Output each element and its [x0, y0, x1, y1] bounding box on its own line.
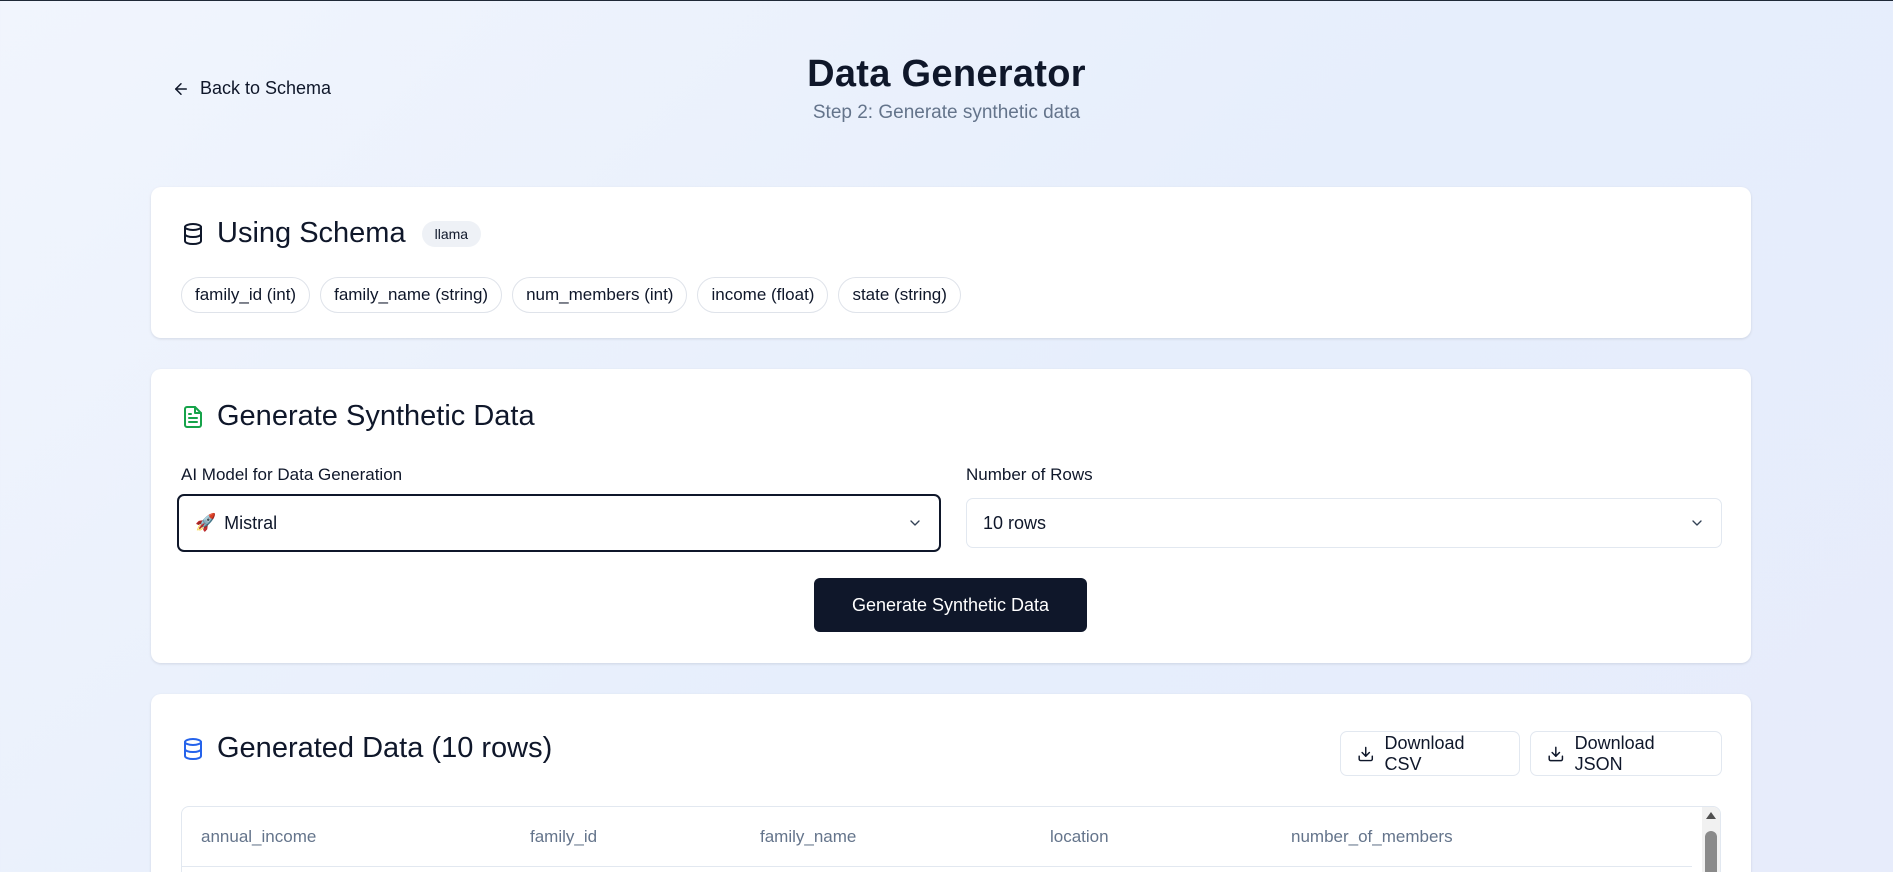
column-header[interactable]: number_of_members [1291, 827, 1453, 847]
model-select-value: Mistral [224, 512, 278, 533]
generate-data-button[interactable]: Generate Synthetic Data [814, 578, 1087, 632]
download-json-button[interactable]: Download JSON [1530, 731, 1722, 776]
column-header[interactable]: family_name [760, 827, 856, 847]
rocket-icon: 🚀 [195, 513, 217, 532]
schema-title-row: Using Schema llama [181, 217, 482, 250]
page-header: Back to Schema Data Generator Step 2: Ge… [0, 1, 1893, 187]
generate-title-row: Generate Synthetic Data [181, 400, 535, 433]
download-icon [1548, 746, 1564, 761]
schema-field-chip: income (float) [697, 277, 829, 313]
schema-title: Using Schema [217, 217, 406, 249]
schema-card: Using Schema llama family_id (int) famil… [151, 187, 1751, 338]
download-csv-label: Download CSV [1384, 732, 1465, 774]
generate-card: Generate Synthetic Data AI Model for Dat… [151, 369, 1751, 663]
results-title-row: Generated Data (10 rows) [181, 732, 552, 765]
column-header[interactable]: family_id [530, 827, 597, 847]
schema-field-list: family_id (int) family_name (string) num… [181, 277, 961, 313]
chevron-down-icon [1692, 520, 1702, 526]
schema-field-chip: state (string) [838, 277, 961, 313]
schema-field-chip: num_members (int) [512, 277, 688, 313]
column-header[interactable]: annual_income [201, 827, 316, 847]
file-text-icon [181, 405, 205, 429]
download-csv-button[interactable]: Download CSV [1340, 731, 1520, 776]
model-select[interactable]: 🚀 Mistral [177, 494, 941, 552]
schema-field-chip: family_id (int) [181, 277, 311, 313]
database-icon [181, 222, 205, 246]
column-header[interactable]: location [1050, 827, 1109, 847]
database-icon [181, 737, 205, 761]
chevron-down-icon [910, 520, 920, 526]
schema-field-chip: family_name (string) [320, 277, 503, 313]
rows-select[interactable]: 10 rows [966, 498, 1722, 548]
generate-title: Generate Synthetic Data [217, 400, 535, 432]
download-icon [1358, 746, 1374, 761]
results-title: Generated Data (10 rows) [217, 732, 553, 764]
rows-label: Number of Rows [966, 465, 1093, 484]
page-title: Data Generator [807, 53, 1086, 95]
download-json-label: Download JSON [1574, 732, 1655, 774]
title-block: Data Generator Step 2: Generate syntheti… [0, 53, 1893, 124]
scroll-up-arrow-icon[interactable] [1706, 812, 1716, 819]
model-label: AI Model for Data Generation [181, 465, 403, 484]
table-scrollbar[interactable] [1702, 807, 1720, 872]
table-header-row: annual_income family_id family_name loca… [182, 807, 1692, 867]
schema-name-badge: llama [421, 220, 482, 247]
results-card: Generated Data (10 rows) Download CSV Do… [151, 694, 1751, 872]
page-subtitle: Step 2: Generate synthetic data [812, 102, 1081, 123]
rows-select-value: 10 rows [983, 512, 1047, 533]
scrollbar-thumb[interactable] [1705, 831, 1717, 872]
data-table: annual_income family_id family_name loca… [181, 806, 1721, 872]
